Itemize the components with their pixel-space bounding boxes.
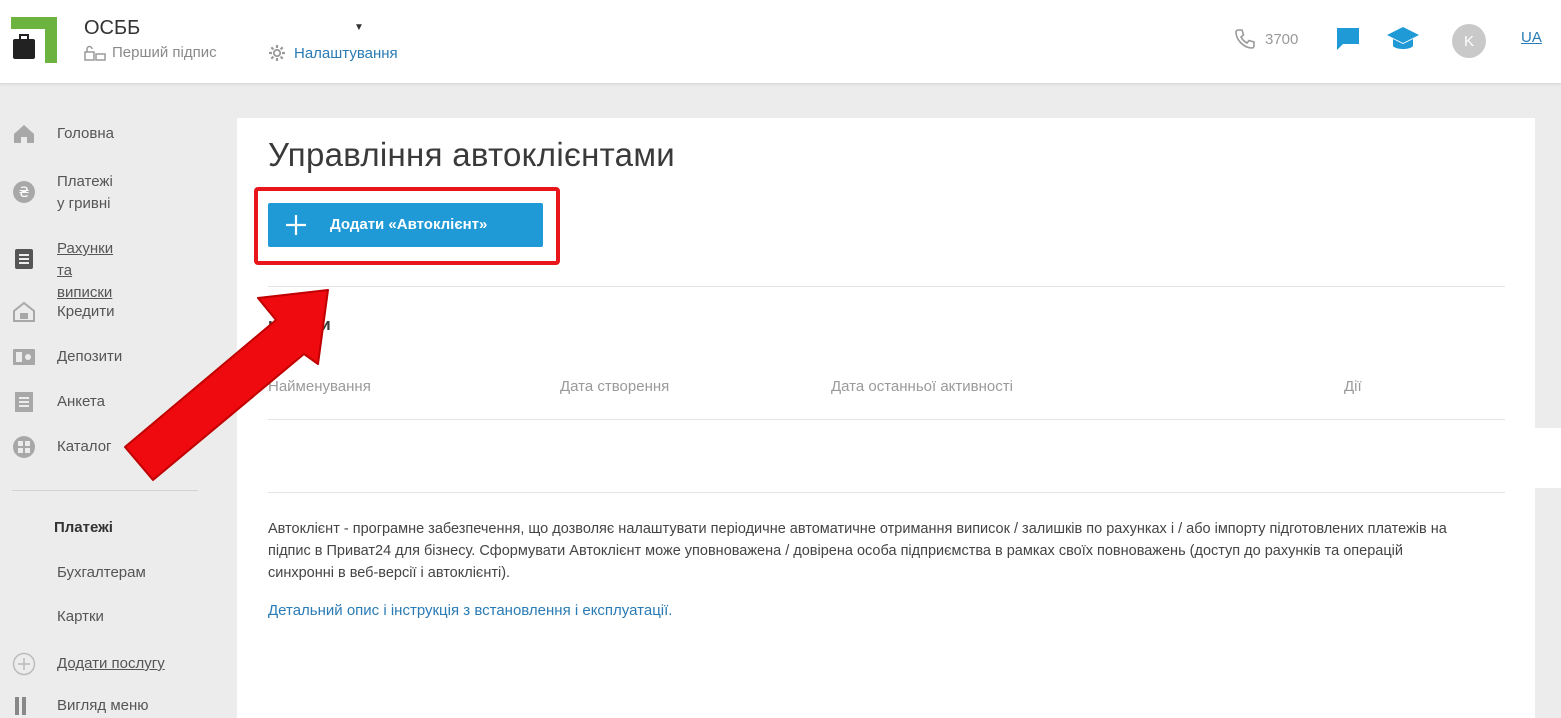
sidebar-item-cards[interactable]: Картки (57, 608, 104, 625)
column-header-name: Найменування (268, 378, 371, 395)
table-bottom-divider (268, 492, 1505, 493)
sidebar-item-statements[interactable]: Рахунки та виписки (12, 240, 113, 301)
sidebar-item-home[interactable]: Головна (12, 122, 114, 146)
phone-icon (1235, 29, 1255, 49)
user-avatar[interactable]: K (1452, 24, 1486, 58)
privat-logo-icon[interactable] (11, 17, 57, 63)
chevron-down-icon[interactable]: ▼ (354, 22, 364, 33)
phone-number[interactable]: 3700 (1233, 27, 1298, 51)
hryvnia-icon: ₴ (13, 181, 35, 203)
column-header-created: Дата створення (560, 378, 670, 395)
sidebar-item-form[interactable]: Анкета (12, 390, 105, 414)
scroll-gap (1535, 428, 1561, 488)
sidebar-item-label: Платежі у гривні (57, 173, 113, 212)
graduation-cap-icon[interactable] (1386, 25, 1420, 53)
phone-label: 3700 (1265, 30, 1299, 48)
top-header: ОСББ ▼ Перший підпис Налаштування 3700 K… (0, 0, 1561, 84)
signature-lock-icon (84, 45, 106, 61)
language-switch[interactable]: UA (1521, 29, 1542, 46)
documentation-link[interactable]: Детальний опис і інструкція з встановлен… (268, 602, 672, 619)
sidebar-item-menu-view[interactable]: Вигляд меню (12, 694, 149, 718)
first-sign-label: Перший підпис (112, 44, 217, 61)
column-header-last-activity: Дата останньої активності (831, 378, 1013, 395)
sidebar-item-catalog[interactable]: Каталог (12, 435, 112, 459)
table-header-divider (268, 419, 1505, 420)
svg-text:₴: ₴ (19, 185, 30, 201)
sidebar-item-label: Додати послугу (57, 655, 165, 672)
sidebar-item-deposits[interactable]: Депозити (12, 345, 122, 369)
sidebar-divider (12, 490, 198, 491)
home-icon (14, 125, 34, 143)
menu-view-icon (15, 697, 26, 715)
sidebar-item-add-service[interactable]: Додати послугу (12, 652, 165, 676)
statement-icon (15, 249, 33, 269)
chat-icon[interactable] (1335, 26, 1361, 52)
autoclient-description: Автоклієнт - програмне забезпечення, що … (268, 521, 1447, 581)
sidebar-item-label: Депозити (57, 348, 123, 365)
plus-circle-icon (12, 652, 36, 676)
sidebar-item-payments-uah[interactable]: ₴ Платежі у гривні (12, 173, 113, 212)
annotation-highlight-box (254, 187, 560, 265)
sidebar-item-label: Анкета (57, 393, 105, 410)
autoclients-section-title: клієнти (268, 315, 331, 334)
credit-icon (13, 301, 35, 322)
sidebar-item-accountants[interactable]: Бухгалтерам (57, 564, 146, 581)
sidebar-item-label: Рахунки та виписки (57, 240, 114, 301)
sidebar-item-label: Вигляд меню (57, 697, 149, 714)
catalog-icon (13, 436, 35, 458)
sidebar-section-payments[interactable]: Платежі (54, 519, 113, 536)
gear-icon (269, 45, 285, 61)
section-divider (268, 286, 1505, 287)
sidebar-item-credits[interactable]: Кредити (12, 300, 114, 324)
settings-link[interactable]: Налаштування (268, 44, 398, 62)
column-header-actions: Дії (1344, 378, 1362, 395)
deposit-icon (13, 349, 35, 365)
settings-label: Налаштування (294, 44, 398, 62)
sidebar-item-label: Кредити (57, 303, 115, 320)
sidebar-item-label: Головна (57, 125, 114, 142)
form-icon (15, 392, 33, 412)
organization-name[interactable]: ОСББ (84, 17, 140, 40)
page-title: Управління автоклієнтами (268, 136, 676, 173)
sidebar-item-label: Каталог (57, 438, 112, 455)
signature-status: Перший підпис (84, 44, 217, 61)
